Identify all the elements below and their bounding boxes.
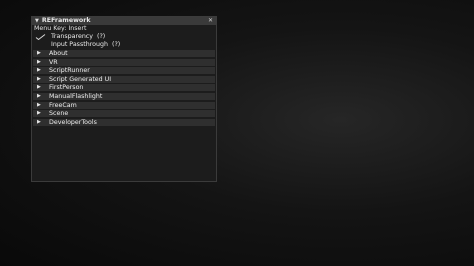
section-firstperson[interactable]: ▶ FirstPerson xyxy=(33,84,215,92)
checkmark-icon[interactable] xyxy=(35,34,46,40)
triangle-right-icon: ▶ xyxy=(37,58,41,65)
section-label: FirstPerson xyxy=(49,84,84,92)
triangle-right-icon: ▶ xyxy=(37,101,41,108)
triangle-right-icon: ▶ xyxy=(37,118,41,125)
section-label: About xyxy=(49,50,68,57)
section-label: Scene xyxy=(49,110,69,118)
collapse-triangle-icon[interactable]: ▼ xyxy=(35,17,39,25)
transparency-option[interactable]: Transparency (?) xyxy=(32,33,216,41)
section-script-generated-ui[interactable]: ▶ Script Generated UI xyxy=(33,75,215,83)
menu-key-label: Menu Key: Insert xyxy=(34,25,87,32)
section-manualflashlight[interactable]: ▶ ManualFlashlight xyxy=(33,92,215,100)
input-passthrough-option[interactable]: Input Passthrough (?) xyxy=(32,41,216,49)
close-icon[interactable]: ✕ xyxy=(208,17,213,25)
triangle-right-icon: ▶ xyxy=(37,50,41,56)
section-vr[interactable]: ▶ VR xyxy=(33,58,215,66)
section-label: FreeCam xyxy=(49,101,77,109)
checkbox-unchecked[interactable] xyxy=(35,42,46,48)
window-title: REFramework xyxy=(41,17,91,24)
transparency-label: Transparency (?) xyxy=(51,33,106,40)
section-label: DeveloperTools xyxy=(49,118,97,126)
section-label: Script Generated UI xyxy=(49,75,112,83)
section-label: ScriptRunner xyxy=(49,67,90,75)
triangle-right-icon: ▶ xyxy=(37,92,41,99)
triangle-right-icon: ▶ xyxy=(37,110,41,117)
section-freecam[interactable]: ▶ FreeCam xyxy=(33,101,215,109)
triangle-right-icon: ▶ xyxy=(37,67,41,74)
window-titlebar[interactable]: ▼ REFramework ✕ xyxy=(32,17,216,25)
section-about[interactable]: ▶ About xyxy=(33,50,215,57)
section-label: ManualFlashlight xyxy=(49,92,103,100)
reframework-window[interactable]: ▼ REFramework ✕ Menu Key: Insert Transpa… xyxy=(31,16,217,182)
section-scriptrunner[interactable]: ▶ ScriptRunner xyxy=(33,67,215,75)
triangle-right-icon: ▶ xyxy=(37,75,41,82)
input-passthrough-label: Input Passthrough (?) xyxy=(51,41,121,48)
section-scene[interactable]: ▶ Scene xyxy=(33,110,215,118)
section-developertools[interactable]: ▶ DeveloperTools xyxy=(33,118,215,126)
section-label: VR xyxy=(49,58,58,66)
section-list: ▶ About ▶ VR ▶ ScriptRunner ▶ Script Gen… xyxy=(32,50,216,126)
triangle-right-icon: ▶ xyxy=(37,84,41,91)
